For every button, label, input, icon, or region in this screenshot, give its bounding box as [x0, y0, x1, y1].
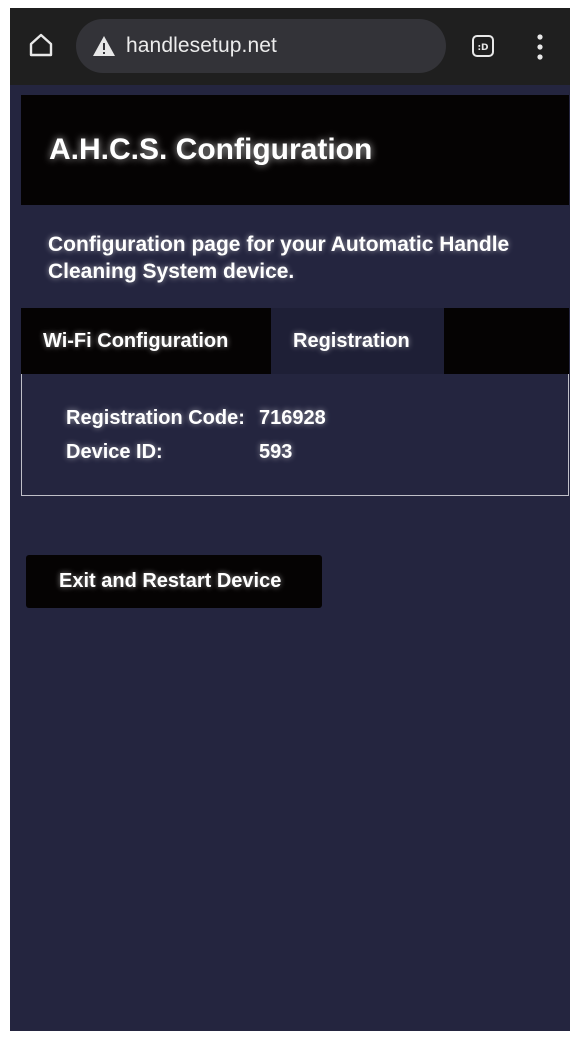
phone-screen: handlesetup.net :D A.H.C.S. Configuratio…: [10, 8, 570, 1031]
exit-restart-button[interactable]: Exit and Restart Device: [26, 555, 322, 608]
page-title: A.H.C.S. Configuration: [49, 133, 373, 166]
device-id-value: 593: [259, 441, 293, 463]
overflow-menu-icon[interactable]: [530, 32, 550, 62]
tabs-icon[interactable]: :D: [471, 34, 495, 58]
home-icon[interactable]: [28, 32, 54, 58]
tab-registration[interactable]: Registration: [271, 308, 444, 374]
page-header: A.H.C.S. Configuration: [21, 95, 569, 205]
warning-icon[interactable]: [92, 35, 116, 57]
browser-toolbar: handlesetup.net :D: [10, 8, 570, 85]
web-page: A.H.C.S. Configuration Configuration pag…: [10, 85, 570, 1031]
url-text: handlesetup.net: [126, 34, 277, 57]
registration-code-row: Registration Code: 716928: [66, 407, 326, 430]
device-id-row: Device ID: 593: [66, 441, 292, 464]
registration-code-label: Registration Code:: [66, 407, 245, 429]
registration-code-value: 716928: [259, 407, 326, 429]
page-description: Configuration page for your Automatic Ha…: [48, 233, 510, 283]
tab-wifi-configuration[interactable]: Wi-Fi Configuration: [21, 308, 271, 374]
tab-bar: Wi-Fi Configuration Registration: [21, 308, 569, 374]
registration-panel: Registration Code: 716928 Device ID: 593: [21, 374, 569, 496]
tabs-count: :D: [477, 43, 488, 53]
device-id-label: Device ID:: [66, 441, 163, 463]
address-bar[interactable]: handlesetup.net: [76, 19, 446, 73]
